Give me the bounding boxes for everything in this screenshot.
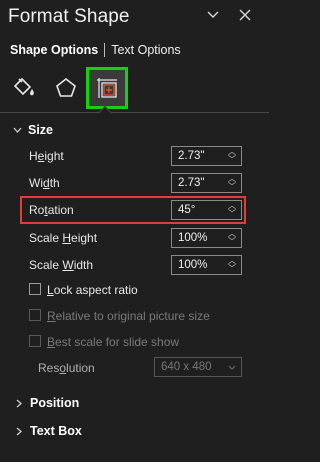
spin-down-icon[interactable]: ﹀ (228, 265, 236, 273)
position-section-header[interactable]: Position (14, 396, 79, 410)
effects-button[interactable] (47, 69, 85, 107)
spin-down-icon[interactable]: ﹀ (228, 183, 236, 191)
tab-divider (104, 43, 106, 57)
task-pane-options-chevron-icon[interactable] (204, 6, 222, 24)
relative-to-original-checkbox (29, 309, 41, 321)
width-value[interactable]: 2.73" (172, 177, 204, 189)
pane-title: Format Shape (8, 6, 130, 27)
resolution-label: Resolution (38, 361, 95, 375)
resolution-value: 640 x 480 (161, 361, 212, 373)
chevron-right-icon (14, 426, 24, 436)
height-spinner[interactable]: 2.73" ︿ ﹀ (171, 146, 242, 166)
chevron-down-icon (12, 125, 22, 135)
rotation-value[interactable]: 45° (172, 204, 195, 216)
tab-shape-options[interactable]: Shape Options (10, 43, 98, 57)
rotation-label: Rotation (29, 203, 74, 217)
spin-down-icon[interactable]: ﹀ (228, 238, 236, 246)
width-label: Width (29, 176, 60, 190)
rotation-spinner[interactable]: 45° ︿ ﹀ (171, 200, 242, 220)
chevron-right-icon (14, 398, 24, 408)
scale-height-value[interactable]: 100% (172, 232, 207, 244)
position-section-label: Position (30, 396, 80, 410)
width-spinner[interactable]: 2.73" ︿ ﹀ (171, 173, 242, 193)
scale-width-value[interactable]: 100% (172, 259, 207, 271)
fill-line-icon (13, 77, 34, 96)
size-section-label: Size (28, 123, 54, 137)
size-properties-icon (97, 78, 117, 98)
effects-pentagon-icon (56, 77, 76, 97)
size-section-header[interactable]: Size (12, 123, 53, 137)
size-properties-button[interactable] (86, 67, 128, 109)
rotation-spin-arrows[interactable]: ︿ ﹀ (226, 201, 238, 219)
width-spin-arrows[interactable]: ︿ ﹀ (226, 174, 238, 192)
scale-width-label: Scale Width (29, 258, 94, 272)
height-value[interactable]: 2.73" (172, 150, 204, 162)
scale-width-spinner[interactable]: 100% ︿ ﹀ (171, 255, 242, 275)
relative-to-original-label: Relative to original picture size (47, 309, 210, 323)
resolution-dropdown: 640 x 480 (154, 357, 242, 377)
height-spin-arrows[interactable]: ︿ ﹀ (226, 147, 238, 165)
lock-aspect-ratio-label[interactable]: Lock aspect ratio (47, 283, 138, 297)
text-box-section-header[interactable]: Text Box (14, 424, 82, 438)
scale-height-label: Scale Height (29, 231, 98, 245)
best-scale-label: Best scale for slide show (47, 335, 180, 349)
scale-height-spin-arrows[interactable]: ︿ ﹀ (226, 229, 238, 247)
spin-down-icon[interactable]: ﹀ (228, 156, 236, 164)
fill-line-button[interactable] (6, 69, 44, 107)
chevron-down-icon (228, 361, 236, 373)
best-scale-checkbox (29, 335, 41, 347)
options-tabs: Shape Options Text Options (10, 43, 181, 57)
lock-aspect-ratio-checkbox[interactable] (29, 283, 41, 295)
scale-width-spin-arrows[interactable]: ︿ ﹀ (226, 256, 238, 274)
height-label: Height (29, 149, 64, 163)
tab-text-options[interactable]: Text Options (111, 43, 180, 57)
spin-down-icon[interactable]: ﹀ (228, 210, 236, 218)
selected-tab-pointer (97, 105, 113, 121)
section-divider (0, 112, 269, 113)
scale-height-spinner[interactable]: 100% ︿ ﹀ (171, 228, 242, 248)
text-box-section-label: Text Box (30, 424, 82, 438)
close-icon[interactable] (236, 6, 254, 24)
